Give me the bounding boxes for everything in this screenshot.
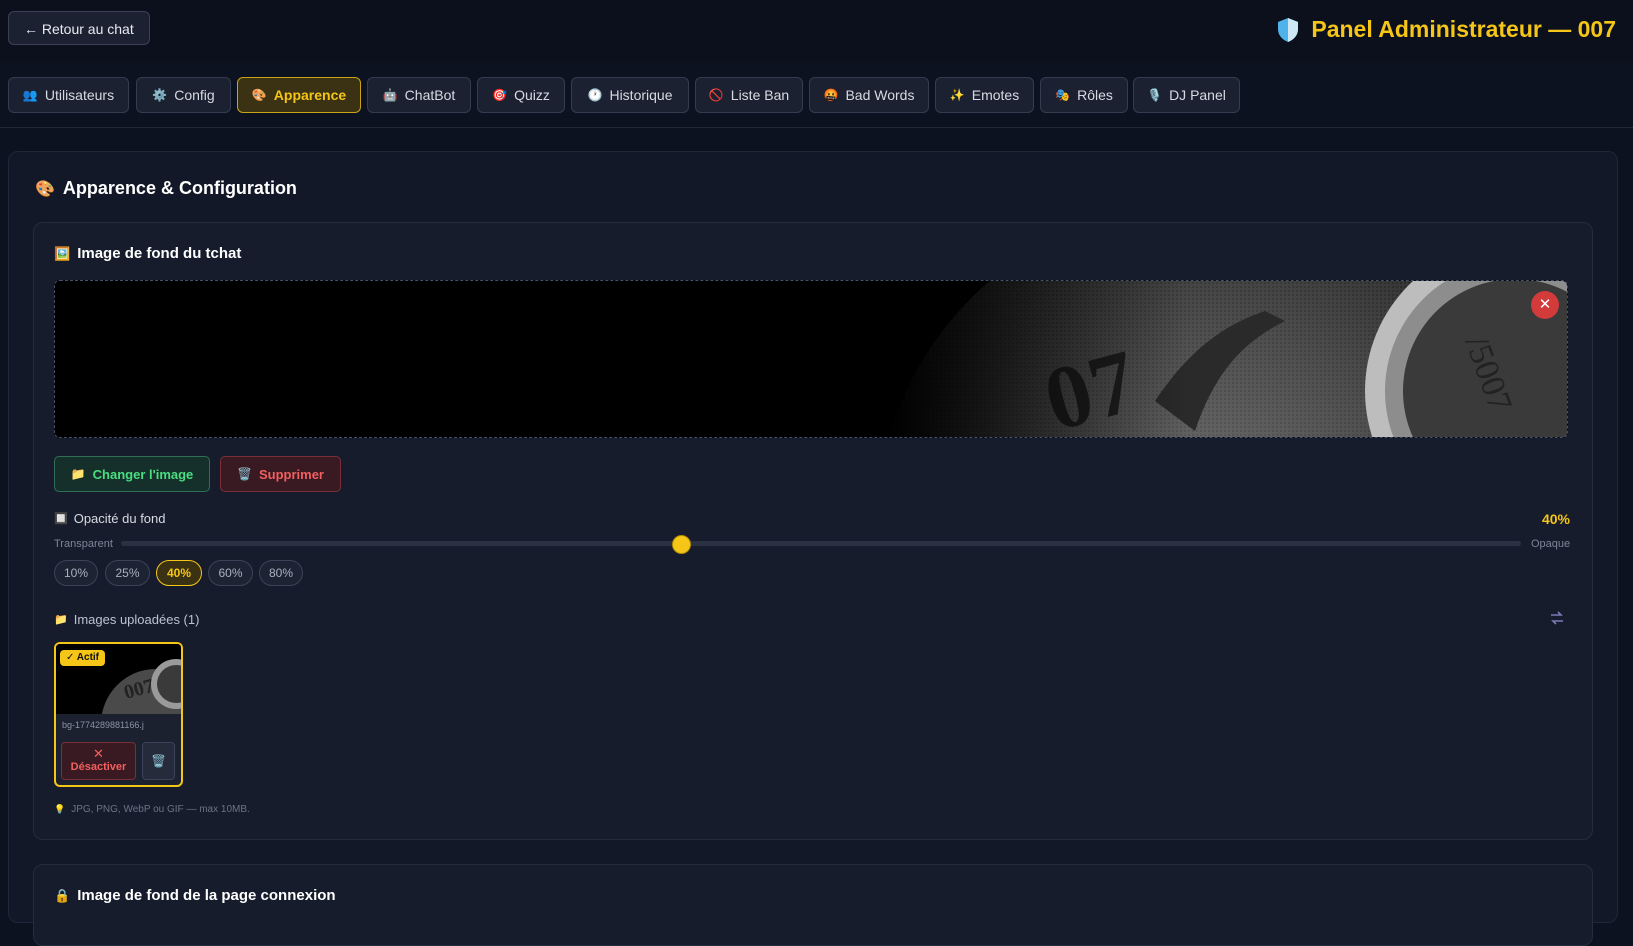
square-icon: 🔲 bbox=[54, 513, 68, 525]
folder-icon: 📁 bbox=[70, 467, 86, 481]
login-background-title-text: Image de fond de la page connexion bbox=[77, 887, 336, 904]
target-icon: 🎯 bbox=[492, 88, 508, 102]
clock-icon: 🕐 bbox=[587, 88, 603, 102]
change-image-button[interactable]: 📁 Changer l'image bbox=[54, 456, 210, 492]
tab-label: Emotes bbox=[971, 87, 1020, 103]
tab-quizz[interactable]: 🎯 Quizz bbox=[477, 77, 565, 113]
tab-chatbot[interactable]: 🤖 ChatBot bbox=[367, 77, 471, 113]
opacity-label: 🔲 Opacité du fond bbox=[54, 511, 166, 526]
active-badge: ✓ Actif bbox=[60, 650, 106, 666]
gear-icon: ⚙️ bbox=[152, 88, 168, 102]
delete-upload-button[interactable]: 🗑️ bbox=[142, 742, 175, 780]
chat-background-title: 🖼️ Image de fond du tchat bbox=[54, 245, 241, 262]
tab-label: ChatBot bbox=[404, 87, 456, 103]
theater-masks-icon: 🎭 bbox=[1055, 88, 1071, 102]
palette-icon: 🎨 bbox=[251, 88, 267, 102]
tab-label: Apparence bbox=[273, 87, 347, 103]
back-to-chat-button[interactable]: ← Retour au chat bbox=[8, 11, 150, 45]
image-icon: 🖼️ bbox=[54, 245, 71, 261]
login-background-title: 🔒 Image de fond de la page connexion bbox=[54, 887, 336, 904]
top-bar: ← Retour au chat Panel Administrateur — … bbox=[0, 0, 1633, 64]
sparkles-icon: ✨ bbox=[949, 88, 965, 102]
uploaded-filename: bg-1774289881166.j bbox=[62, 720, 144, 730]
section-title: 🎨 Apparence & Configuration bbox=[35, 178, 297, 199]
opacity-value: 40% bbox=[1541, 511, 1570, 527]
deactivate-button[interactable]: ✕ Désactiver bbox=[61, 742, 136, 780]
lightbulb-icon: 💡 bbox=[54, 804, 66, 814]
tab-historique[interactable]: 🕐 Historique bbox=[571, 77, 689, 113]
opacity-preset-10[interactable]: 10% bbox=[54, 560, 98, 586]
upload-hint-text: JPG, PNG, WebP ou GIF — max 10MB. bbox=[71, 804, 250, 815]
tab-utilisateurs[interactable]: 👥 Utilisateurs bbox=[8, 77, 129, 113]
slider-min-label: Transparent bbox=[54, 538, 113, 550]
login-background-panel bbox=[33, 864, 1593, 946]
background-preview-image: /5007 07 bbox=[55, 281, 1567, 437]
background-preview: /5007 07 bbox=[54, 280, 1568, 438]
folder-icon: 📁 bbox=[54, 614, 68, 626]
tab-label: DJ Panel bbox=[1169, 87, 1226, 103]
angry-face-icon: 🤬 bbox=[823, 88, 839, 102]
opacity-label-text: Opacité du fond bbox=[73, 511, 166, 526]
tab-label: Bad Words bbox=[845, 87, 915, 103]
microphone-icon: 🎙️ bbox=[1147, 88, 1163, 102]
chat-background-title-text: Image de fond du tchat bbox=[77, 245, 242, 262]
opacity-slider[interactable] bbox=[121, 535, 1521, 554]
uploads-label: 📁 Images uploadées (1) bbox=[54, 612, 199, 627]
tab-label: Utilisateurs bbox=[44, 87, 115, 103]
tab-emotes[interactable]: ✨ Emotes bbox=[935, 77, 1034, 113]
deactivate-label: Désactiver bbox=[70, 761, 127, 773]
opacity-preset-40[interactable]: 40% bbox=[156, 560, 202, 586]
users-icon: 👥 bbox=[22, 88, 38, 102]
robot-icon: 🤖 bbox=[382, 88, 398, 102]
tab-liste-ban[interactable]: 🚫 Liste Ban bbox=[695, 77, 803, 113]
page-title-text: Panel Administrateur — 007 bbox=[1311, 16, 1616, 42]
ban-icon: 🚫 bbox=[708, 88, 724, 102]
opacity-preset-25[interactable]: 25% bbox=[105, 560, 150, 586]
upload-hint: 💡 JPG, PNG, WebP ou GIF — max 10MB. bbox=[54, 804, 250, 815]
change-image-label: Changer l'image bbox=[92, 466, 194, 482]
tab-label: Liste Ban bbox=[730, 87, 790, 103]
close-icon: ✕ bbox=[93, 746, 104, 761]
trash-icon: 🗑️ bbox=[237, 467, 252, 481]
opacity-slider-thumb[interactable] bbox=[672, 535, 691, 554]
opacity-preset-60[interactable]: 60% bbox=[208, 560, 253, 586]
trash-icon: 🗑️ bbox=[151, 754, 166, 768]
tab-label: Historique bbox=[609, 87, 673, 103]
tab-label: Rôles bbox=[1077, 87, 1113, 103]
refresh-icon[interactable] bbox=[1549, 610, 1565, 626]
uploads-label-text: Images uploadées (1) bbox=[73, 612, 200, 627]
tab-bar: 👥 Utilisateurs ⚙️ Config 🎨 Apparence 🤖 C… bbox=[0, 63, 1633, 128]
remove-preview-button[interactable]: ✕ bbox=[1531, 291, 1559, 319]
shield-icon bbox=[1278, 17, 1299, 42]
lock-icon: 🔒 bbox=[54, 887, 71, 903]
tab-apparence[interactable]: 🎨 Apparence bbox=[237, 77, 361, 113]
tab-roles[interactable]: 🎭 Rôles bbox=[1040, 77, 1128, 113]
delete-image-label: Supprimer bbox=[258, 466, 324, 482]
delete-image-button[interactable]: 🗑️ Supprimer bbox=[220, 456, 341, 492]
opacity-preset-80[interactable]: 80% bbox=[259, 560, 303, 586]
tab-label: Config bbox=[174, 87, 215, 103]
palette-icon: 🎨 bbox=[35, 180, 55, 198]
tab-dj-panel[interactable]: 🎙️ DJ Panel bbox=[1133, 77, 1240, 113]
tab-label: Quizz bbox=[514, 87, 550, 103]
tab-bad-words[interactable]: 🤬 Bad Words bbox=[809, 77, 929, 113]
slider-max-label: Opaque bbox=[1531, 538, 1571, 550]
tab-config[interactable]: ⚙️ Config bbox=[136, 77, 231, 113]
section-title-text: Apparence & Configuration bbox=[62, 178, 297, 198]
uploaded-image-card[interactable]: 007 ✓ Actif bg-1774289881166.j ✕ Désacti… bbox=[54, 642, 183, 787]
page-title: Panel Administrateur — 007 bbox=[1277, 16, 1616, 43]
